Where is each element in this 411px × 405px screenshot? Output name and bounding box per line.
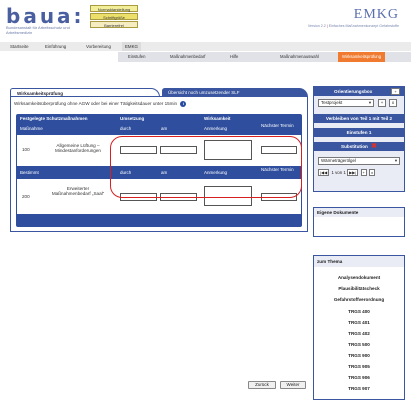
own-documents-title: Eigene Dokumente [314, 208, 404, 217]
nav-item-massnahmenbedarf[interactable]: Maßnahmenbedarf [170, 52, 205, 62]
display-buttons: Normaldarstellung Schriftgröße Barrieref… [90, 5, 138, 29]
pager-text: 1 von 1 [331, 170, 346, 175]
row1-code: 100 [22, 147, 30, 152]
subheader-measure: Maßnahme [20, 126, 43, 131]
last-page-icon[interactable]: ▶▶| [347, 169, 359, 176]
nav-item-vorbereitung[interactable]: Vorbereitung [86, 42, 111, 51]
description-text: Wirksamkeitsüberprüfung ohne AGW oder be… [14, 101, 178, 107]
accessible-view-button[interactable]: Barrierefrei [90, 21, 138, 28]
topic-link[interactable]: Plausibilitätscheck [314, 286, 404, 291]
first-page-icon[interactable]: |◀◀ [318, 169, 330, 176]
topic-link[interactable]: TRGS 906 [314, 375, 404, 380]
brand-description: Einfaches Maßnahmenkonzept Gefahrstoffe [328, 24, 399, 28]
subheader-remark-1: Anmerkung [204, 126, 228, 131]
orientation-toggle-button[interactable]: + [391, 88, 400, 95]
substitution-row[interactable]: Substitution ✖ [314, 142, 404, 151]
pager-add-button[interactable]: + [360, 169, 367, 176]
primary-nav: Startseite Einführung Vorbereitung EMKG [0, 42, 411, 51]
topic-box: zum Thema Analysendokument Plausibilität… [313, 255, 405, 400]
material-select-value: Wärmeträgerölgel [321, 158, 356, 163]
chevron-down-icon: ▼ [394, 158, 398, 163]
topic-link[interactable]: TRGS 905 [314, 364, 404, 369]
header-effectiveness: Wirksamkeit [204, 116, 231, 121]
topic-link[interactable]: Gefahrstoffverordnung [314, 297, 404, 302]
row2-code: 200 [22, 194, 30, 199]
panel-description: Wirksamkeitsüberprüfung ohne AGW oder be… [14, 101, 187, 107]
nav-item-startseite[interactable]: Startseite [10, 42, 29, 51]
highlight-ring [110, 136, 302, 198]
topic-link[interactable]: TRGS 402 [314, 331, 404, 336]
nav-item-einstufen[interactable]: Einstufen [128, 52, 145, 62]
orientation-box: Orientierungsbox + Testprojekt ▼ + x Ver… [313, 86, 405, 192]
header: baua: Bundesanstalt für Arbeitsschutz un… [0, 0, 411, 40]
nav-item-massnahmenauswahl[interactable]: Maßnahmenauswahl [280, 52, 319, 62]
pager: |◀◀ 1 von 1 ▶▶| + x [318, 169, 376, 176]
brand-separator: | [326, 24, 328, 28]
row1-text: Allgemeine Lüftung – Mindestanforderunge… [55, 143, 101, 153]
info-icon[interactable]: i [180, 101, 187, 107]
row2-text: Erweiterter Maßnahmenbedarf „Saal“ [51, 186, 105, 196]
header-implementation: Umsetzung [120, 116, 145, 121]
header-measures: Festgelegte Schutzmaßnahmen [20, 116, 88, 121]
topic-link[interactable]: TRGS 907 [314, 386, 404, 391]
topic-link[interactable]: TRGS 900 [314, 353, 404, 358]
chevron-down-icon: ▼ [368, 100, 372, 105]
subheader-by-1: durch [120, 126, 132, 131]
topic-link[interactable]: TRGS 500 [314, 342, 404, 347]
project-select-value: Testprojekt [321, 100, 343, 105]
nav-item-wirksamkeitspruefung[interactable]: Wirksamkeitsprüfung [338, 52, 386, 62]
own-documents-box: Eigene Dokumente [313, 207, 405, 237]
next-button[interactable]: Weiter [280, 381, 306, 389]
brand-title: EMKG [353, 7, 399, 22]
step-label[interactable]: Einstufen 1 [314, 128, 404, 137]
topic-title: zum Thema [314, 256, 404, 267]
project-add-button[interactable]: + [378, 99, 386, 107]
project-select[interactable]: Testprojekt ▼ [318, 99, 374, 107]
brand-subtitle: Version 2.2 | Einfaches Maßnahmenkonzept… [308, 24, 399, 29]
close-icon[interactable]: ✖ [371, 143, 377, 150]
subheader-on-1: am [161, 126, 168, 131]
material-select[interactable]: Wärmeträgerölgel ▼ [318, 157, 400, 165]
nav-item-emkg[interactable]: EMKG [122, 42, 141, 51]
logo-subtitle: Bundesanstalt für Arbeitsschutz und Arbe… [6, 25, 70, 35]
normal-view-button[interactable]: Normaldarstellung [90, 5, 138, 12]
nav-item-hilfe[interactable]: Hilfe [230, 52, 238, 62]
pager-remove-button[interactable]: x [369, 169, 376, 176]
font-size-button[interactable]: Schriftgröße [90, 13, 138, 20]
subheader-need: Bestimmt [20, 170, 39, 175]
substitution-label: Substitution [341, 144, 368, 149]
project-remove-button[interactable]: x [389, 99, 397, 107]
secondary-nav: Einstufen Maßnahmenbedarf Hilfe Maßnahme… [118, 52, 411, 62]
version-label: Version 2.2 [307, 24, 326, 28]
nav-item-einfuehrung[interactable]: Einführung [45, 42, 66, 51]
topic-link[interactable]: TRGS 401 [314, 320, 404, 325]
topic-link[interactable]: Analysendokument [314, 275, 404, 280]
topic-link[interactable]: TRGS 400 [314, 309, 404, 314]
back-button[interactable]: Zurück [248, 381, 276, 389]
page: baua: Bundesanstalt für Arbeitsschutz un… [0, 0, 411, 405]
subheader-next-1: Nächster Termin [261, 123, 294, 128]
part-label[interactable]: Verbleiben von Teil 1 mit Teil 2 [314, 114, 404, 123]
